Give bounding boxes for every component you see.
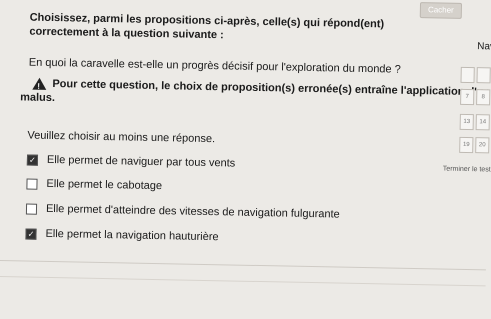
- answer-option-1[interactable]: ✓ Elle permet de naviguer par tous vents: [26, 153, 236, 170]
- quiz-navigation: Nav 7 8 13 14 19 20: [456, 39, 491, 200]
- warning-icon: [32, 77, 47, 90]
- checkbox-icon[interactable]: ✓: [25, 228, 37, 240]
- answer-option-2[interactable]: Elle permet le cabotage: [26, 177, 163, 193]
- warning-text-line2: malus.: [20, 91, 56, 105]
- quiz-page: Cacher Choisissez, parmi les proposition…: [0, 0, 491, 319]
- nav-cell[interactable]: 14: [475, 114, 490, 131]
- divider: [0, 275, 486, 287]
- navigation-title: Nav: [477, 41, 491, 53]
- nav-cell[interactable]: [476, 67, 491, 84]
- checkbox-icon[interactable]: [25, 203, 38, 215]
- answer-option-4[interactable]: ✓ Elle permet la navigation hauturière: [25, 227, 219, 244]
- answer-label: Elle permet de naviguer par tous vents: [46, 153, 236, 170]
- hide-button[interactable]: Cacher: [419, 2, 463, 19]
- nav-cell[interactable]: [460, 66, 475, 84]
- nav-cell[interactable]: 13: [459, 113, 474, 131]
- nav-cell[interactable]: 19: [459, 136, 474, 154]
- divider: [0, 259, 486, 271]
- answer-option-3[interactable]: Elle permet d'atteindre des vitesses de …: [25, 202, 340, 221]
- finish-test-link[interactable]: Terminer le test: [443, 166, 491, 174]
- question-heading: Choisissez, parmi les propositions ci-ap…: [29, 11, 385, 42]
- answer-label: Elle permet le cabotage: [46, 177, 163, 193]
- nav-cell[interactable]: 8: [476, 89, 491, 106]
- nav-cell[interactable]: 20: [475, 137, 490, 154]
- answer-label: Elle permet la navigation hauturière: [45, 227, 219, 244]
- nav-cell[interactable]: 7: [460, 88, 475, 106]
- question-text: En quoi la caravelle est-elle un progrès…: [28, 56, 401, 76]
- instruction-text: Veuillez choisir au moins une réponse.: [27, 129, 216, 146]
- checkbox-icon[interactable]: ✓: [26, 154, 39, 166]
- checkbox-icon[interactable]: [26, 178, 38, 190]
- malus-warning: Pour cette question, le choix de proposi…: [20, 77, 490, 104]
- warning-text-line1: Pour cette question, le choix de proposi…: [52, 78, 491, 99]
- answer-label: Elle permet d'atteindre des vitesses de …: [45, 202, 340, 221]
